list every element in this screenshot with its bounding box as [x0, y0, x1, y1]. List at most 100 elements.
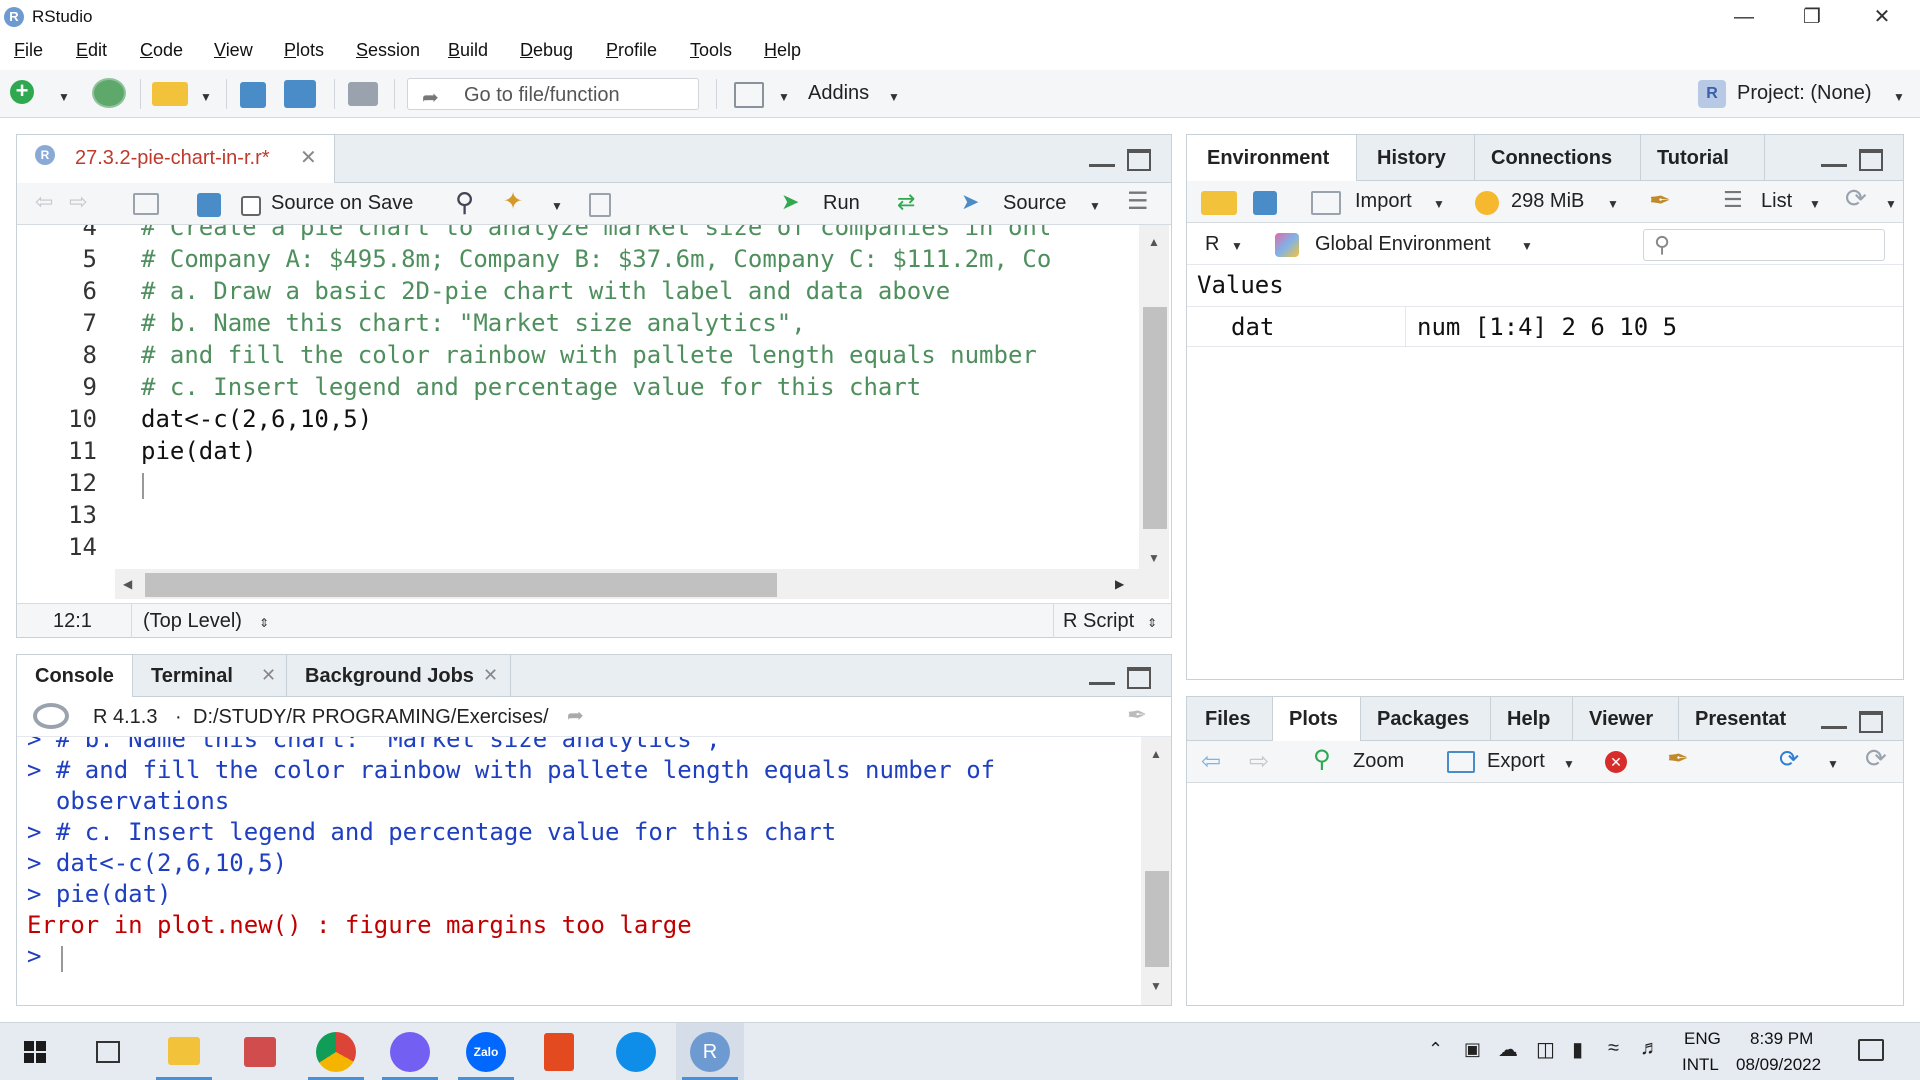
scroll-left-icon[interactable]: ◀ [123, 577, 132, 591]
maximize-plots-icon[interactable] [1859, 711, 1883, 733]
console-output[interactable]: > # b. Name this chart: "Market size ana… [17, 737, 1141, 1005]
code-line[interactable]: 7 # b. Name this chart: "Market size anal… [17, 309, 1137, 341]
maximize-console-icon[interactable] [1127, 667, 1151, 689]
save-icon[interactable] [240, 82, 266, 108]
zalo-icon[interactable]: Zalo [466, 1032, 506, 1072]
export-button[interactable]: Export [1487, 750, 1545, 773]
open-file-icon[interactable] [152, 82, 188, 106]
tab-environment[interactable]: Environment [1187, 135, 1357, 181]
minimize-pane-icon[interactable] [1089, 157, 1115, 167]
console-scroll-down-icon[interactable]: ▼ [1150, 979, 1162, 993]
code-line[interactable]: 10 dat<-c(2,6,10,5) [17, 405, 1137, 437]
code-line[interactable]: 8 # and fill the color rainbow with palle… [17, 341, 1137, 373]
minimize-plots-icon[interactable] [1821, 719, 1847, 729]
editor-horizontal-scrollbar[interactable]: ◀ ▶ [115, 569, 1139, 599]
source-icon[interactable]: ➤ [961, 189, 979, 215]
menu-profile[interactable]: Profile [606, 40, 657, 61]
zoom-icon[interactable]: ⚲ [1313, 745, 1331, 774]
forward-icon[interactable]: ⇨ [69, 189, 87, 215]
variable-row[interactable]: dat num [1:4] 2 6 10 5 [1187, 307, 1903, 347]
chrome-icon[interactable] [316, 1032, 356, 1072]
menu-plots[interactable]: Plots [284, 40, 324, 61]
source-on-save-checkbox[interactable] [241, 196, 261, 216]
scroll-right-icon[interactable]: ▶ [1115, 577, 1124, 591]
language-dropdown-icon[interactable]: ▼ [1231, 239, 1243, 253]
office-icon[interactable] [544, 1033, 574, 1071]
print-icon[interactable] [348, 82, 378, 106]
battery-icon[interactable]: ▮ [1572, 1037, 1583, 1062]
go-to-directory-icon[interactable]: ➦ [567, 703, 584, 728]
compile-report-icon[interactable] [589, 193, 611, 217]
clock-date[interactable]: 08/09/2022 [1736, 1055, 1821, 1075]
restore-button[interactable]: ❐ [1780, 0, 1844, 34]
import-dropdown-icon[interactable]: ▼ [1433, 197, 1445, 211]
scope-selector[interactable]: (Top Level) [143, 610, 242, 633]
scroll-up-icon[interactable]: ▲ [1148, 235, 1160, 249]
tab-connections[interactable]: Connections [1475, 135, 1641, 181]
new-file-dropdown-icon[interactable]: ▼ [58, 90, 70, 104]
notifications-icon[interactable] [1858, 1039, 1884, 1061]
export-dropdown-icon[interactable]: ▼ [1563, 757, 1575, 771]
tab-viewer[interactable]: Viewer [1573, 697, 1679, 741]
scope-dropdown-icon[interactable]: ⇕ [259, 616, 269, 630]
minimize-console-icon[interactable] [1089, 675, 1115, 685]
wifi-icon[interactable]: ≈ [1608, 1037, 1619, 1060]
save-document-icon[interactable] [197, 193, 221, 217]
publish-icon[interactable]: ⟳ [1779, 745, 1799, 774]
tab-packages[interactable]: Packages [1361, 697, 1491, 741]
save-all-icon[interactable] [284, 80, 316, 108]
teamviewer-icon[interactable] [616, 1032, 656, 1072]
tab-presentation[interactable]: Presentat [1679, 697, 1811, 741]
clear-console-icon[interactable]: ✒ [1127, 701, 1147, 730]
file-type-dropdown-icon[interactable]: ⇕ [1147, 616, 1157, 630]
run-icon[interactable]: ➤ [781, 189, 799, 215]
windows-start-icon[interactable] [24, 1041, 46, 1063]
rerun-icon[interactable]: ⇄ [897, 189, 915, 215]
language-top[interactable]: ENG [1684, 1029, 1721, 1049]
code-line[interactable]: 4 # Create a pie chart to analyze market … [17, 225, 1137, 245]
menu-code[interactable]: Code [140, 40, 183, 61]
editor-file-tab[interactable]: R 27.3.2-pie-chart-in-r.r* ✕ [17, 135, 335, 183]
horizontal-scroll-thumb[interactable] [145, 573, 777, 597]
import-dataset-button[interactable]: Import [1355, 190, 1412, 213]
remove-plot-icon[interactable]: ✕ [1605, 751, 1627, 773]
menu-session[interactable]: Session [356, 40, 420, 61]
close-button[interactable]: ✕ [1850, 0, 1914, 34]
tab-plots[interactable]: Plots [1273, 697, 1361, 741]
publish-dropdown-icon[interactable]: ▼ [1827, 757, 1839, 771]
onedrive-icon[interactable]: ☁ [1498, 1037, 1518, 1062]
minimize-button[interactable]: — [1712, 0, 1776, 34]
source-dropdown-icon[interactable]: ▼ [1089, 199, 1101, 213]
close-terminal-icon[interactable]: ✕ [261, 665, 276, 686]
open-recent-dropdown-icon[interactable]: ▼ [200, 90, 212, 104]
scroll-down-icon[interactable]: ▼ [1148, 551, 1160, 565]
minimize-environment-icon[interactable] [1821, 157, 1847, 167]
memory-usage[interactable]: 298 MiB [1511, 190, 1584, 213]
editor-scroll-thumb[interactable] [1143, 307, 1167, 529]
source-button[interactable]: Source [1003, 192, 1066, 215]
close-tab-icon[interactable]: ✕ [300, 145, 317, 170]
project-menu[interactable]: Project: (None) [1737, 82, 1872, 105]
console-scroll-up-icon[interactable]: ▲ [1150, 747, 1162, 761]
show-in-window-icon[interactable] [133, 193, 159, 215]
tab-files[interactable]: Files [1187, 697, 1273, 741]
refresh-dropdown-icon[interactable]: ▼ [1885, 197, 1897, 211]
menu-tools[interactable]: Tools [690, 40, 732, 61]
editor-vertical-scrollbar[interactable]: ▲ ▼ [1139, 225, 1169, 599]
zoom-button[interactable]: Zoom [1353, 750, 1404, 773]
show-hidden-icons[interactable]: ⌃ [1428, 1039, 1443, 1060]
rstudio-taskbar-icon[interactable]: R [690, 1032, 730, 1072]
tab-console[interactable]: Console [17, 655, 133, 697]
next-plot-icon[interactable]: ⇨ [1249, 747, 1269, 776]
view-mode-dropdown-icon[interactable]: ▼ [1809, 197, 1821, 211]
code-line[interactable]: 11 pie(dat) [17, 437, 1137, 469]
addins-menu[interactable]: Addins [808, 82, 869, 105]
clear-plots-icon[interactable]: ✒ [1667, 743, 1689, 774]
language-selector[interactable]: R [1205, 233, 1219, 256]
tab-background-jobs[interactable]: Background Jobs ✕ [287, 655, 511, 697]
display-icon[interactable]: ◫ [1536, 1037, 1555, 1062]
menu-view[interactable]: View [214, 40, 253, 61]
environment-search-input[interactable]: ⚲ [1643, 229, 1885, 261]
back-icon[interactable]: ⇦ [35, 189, 53, 215]
clock-time[interactable]: 8:39 PM [1750, 1029, 1813, 1049]
